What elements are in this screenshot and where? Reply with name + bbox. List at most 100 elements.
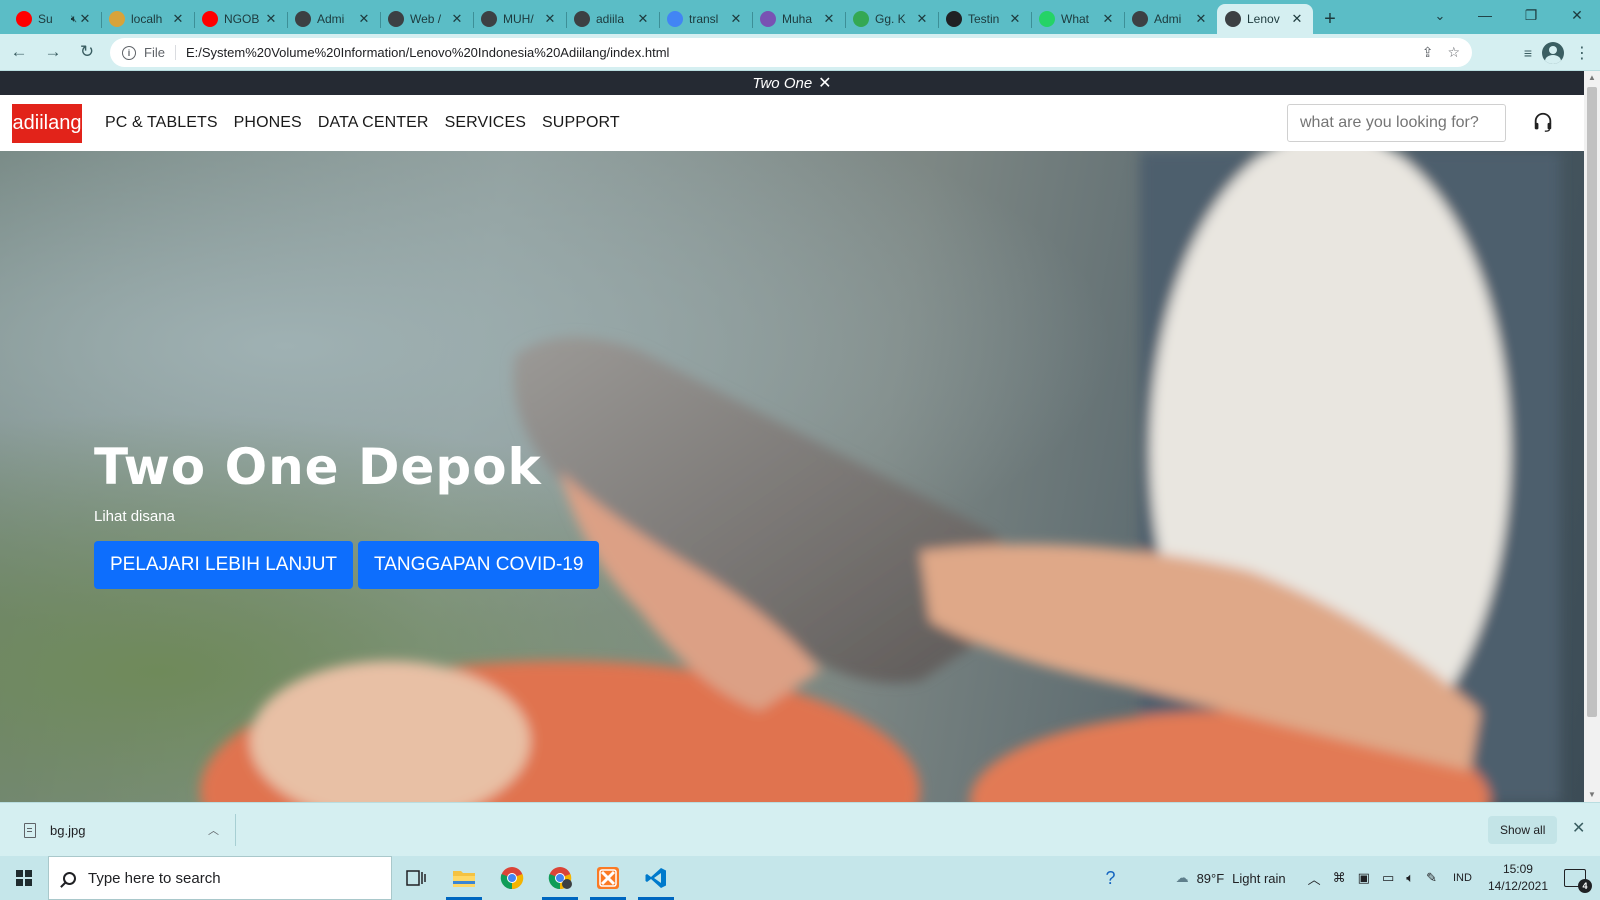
notification-icon[interactable]: 4 — [1564, 869, 1592, 893]
language-indicator[interactable]: IND — [1453, 872, 1472, 884]
new-tab-button[interactable]: + — [1313, 4, 1347, 34]
clock[interactable]: 15:09 14/12/2021 — [1488, 861, 1548, 895]
menu-kebab-icon[interactable]: ⋮ — [1574, 43, 1590, 63]
windows-start-button[interactable] — [0, 856, 48, 900]
xampp-icon[interactable] — [584, 856, 632, 900]
browser-tab[interactable]: Testin ✕ — [938, 4, 1031, 34]
browser-tab[interactable]: Admi ✕ — [1124, 4, 1217, 34]
page-scrollbar[interactable]: ▲ ▼ — [1584, 71, 1600, 802]
download-shelf: bg.jpg ︿ Show all ✕ — [0, 802, 1600, 856]
learn-more-button[interactable]: PELAJARI LEBIH LANJUT — [94, 541, 354, 589]
profile-avatar[interactable] — [1542, 41, 1564, 64]
menu-item-support[interactable]: SUPPORT — [542, 114, 620, 132]
close-shelf-icon[interactable]: ✕ — [1572, 818, 1585, 838]
hero-buttons: PELAJARI LEBIH LANJUT TANGGAPAN COVID-19 — [94, 541, 600, 589]
system-tray: ? ☁ 89°F Light rain ︿ ⌘ ▣ ▭ 🔈︎ ✎ IND 15:… — [1100, 856, 1600, 900]
network-icon[interactable]: ▭ — [1382, 870, 1394, 886]
globe-icon — [574, 11, 590, 27]
chevron-up-tray-icon[interactable]: ︿ — [1308, 869, 1321, 888]
scrollbar-thumb[interactable] — [1587, 87, 1597, 717]
address-bar[interactable]: i File E:/System%20Volume%20Information/… — [110, 38, 1472, 67]
browser-tab[interactable]: Su 🔇︎ ✕ — [8, 4, 101, 34]
close-tab-icon[interactable]: ✕ — [1007, 11, 1023, 27]
site-logo[interactable]: adiilang — [12, 103, 82, 143]
share-icon[interactable]: ⇪ — [1422, 44, 1434, 61]
clock-date: 14/12/2021 — [1487, 879, 1548, 893]
forward-arrow-icon[interactable]: → — [38, 37, 68, 67]
close-tab-icon[interactable]: ✕ — [821, 11, 837, 27]
windows-taskbar: Type here to search ? ☁ 89°F Light rain … — [0, 856, 1600, 900]
site-info-icon[interactable]: i — [122, 45, 136, 60]
close-tab-icon[interactable]: ✕ — [1289, 11, 1305, 27]
tab-title: transl — [689, 12, 719, 26]
show-all-downloads-button[interactable]: Show all — [1488, 816, 1558, 844]
menu-item-data-center[interactable]: DATA CENTER — [318, 114, 429, 132]
pen-icon[interactable]: ✎ — [1426, 870, 1437, 886]
support-headset-icon[interactable] — [1532, 111, 1554, 133]
chrome-profile-icon[interactable] — [536, 856, 584, 900]
browser-tab[interactable]: transl ✕ — [659, 4, 752, 34]
tab-title: Web / — [410, 12, 442, 26]
device-icon[interactable]: ⌘ — [1333, 870, 1346, 886]
browser-tab[interactable]: Web / ✕ — [380, 4, 473, 34]
close-tab-icon[interactable]: ✕ — [356, 11, 372, 27]
tab-title: Admi — [1154, 12, 1182, 26]
browser-tab[interactable]: Muha ✕ — [752, 4, 845, 34]
browser-tab[interactable]: adiila ✕ — [566, 4, 659, 34]
browser-tab[interactable]: Lenov ✕ — [1217, 4, 1313, 34]
browser-tab[interactable]: localh ✕ — [101, 4, 194, 34]
tab-search-icon[interactable]: ⌄ — [1426, 4, 1454, 28]
browser-tab[interactable]: What ✕ — [1031, 4, 1124, 34]
chevron-up-icon[interactable]: ︿ — [208, 822, 219, 838]
close-tab-icon[interactable]: ✕ — [728, 11, 744, 27]
display-icon[interactable]: ▣ — [1358, 870, 1370, 886]
taskbar-search-box[interactable]: Type here to search — [48, 856, 392, 900]
close-tab-icon[interactable]: ✕ — [635, 11, 651, 27]
close-tab-icon[interactable]: ✕ — [1100, 11, 1116, 27]
weather-widget[interactable]: ☁ 89°F Light rain — [1176, 870, 1286, 886]
close-tab-icon[interactable]: ✕ — [170, 11, 186, 27]
browser-tab[interactable]: NGOB ✕ — [194, 4, 287, 34]
browser-tab[interactable]: MUH/ ✕ — [473, 4, 566, 34]
chrome-icon[interactable] — [488, 856, 536, 900]
close-window-icon[interactable]: ✕ — [1554, 0, 1600, 30]
menu-item-services[interactable]: SERVICES — [445, 114, 526, 132]
task-view-icon[interactable] — [392, 856, 440, 900]
tab-title: What — [1061, 12, 1090, 26]
close-tab-icon[interactable]: ✕ — [914, 11, 930, 27]
close-tab-icon[interactable]: ✕ — [263, 11, 279, 27]
browser-tab[interactable]: Gg. K ✕ — [845, 4, 938, 34]
whatsapp-icon — [1039, 11, 1055, 27]
bootstrap-icon — [760, 11, 776, 27]
help-icon[interactable]: ? — [1106, 868, 1116, 889]
globe-icon — [295, 11, 311, 27]
promo-close-icon[interactable]: ✕ — [818, 73, 831, 93]
menu-item-pc-tablets[interactable]: PC & TABLETS — [105, 114, 218, 132]
bookmark-star-icon[interactable]: ☆ — [1447, 44, 1460, 61]
address-url[interactable]: E:/System%20Volume%20Information/Lenovo%… — [186, 45, 669, 60]
scroll-up-icon[interactable]: ▲ — [1584, 71, 1600, 85]
restore-icon[interactable]: ❐ — [1508, 0, 1554, 30]
tab-title: Testin — [968, 12, 1000, 26]
close-tab-icon[interactable]: ✕ — [449, 11, 465, 27]
browser-tab[interactable]: Admi ✕ — [287, 4, 380, 34]
close-tab-icon[interactable]: ✕ — [542, 11, 558, 27]
tab-title: Admi — [317, 12, 345, 26]
menu-item-phones[interactable]: PHONES — [234, 114, 302, 132]
minimize-icon[interactable]: — — [1462, 0, 1508, 30]
page-viewport: Two One ✕ adiilang PC & TABLETS PHONES DAT… — [0, 71, 1584, 802]
media-control-icon[interactable]: ≡ — [1524, 45, 1532, 61]
back-arrow-icon[interactable]: ← — [4, 37, 34, 67]
download-item[interactable]: bg.jpg ︿ — [18, 814, 236, 846]
scroll-down-icon[interactable]: ▼ — [1584, 788, 1600, 802]
covid-response-button[interactable]: TANGGAPAN COVID-19 — [358, 541, 600, 589]
close-tab-icon[interactable]: ✕ — [1193, 11, 1209, 27]
tab-title: Gg. K — [875, 12, 906, 26]
file-explorer-icon[interactable] — [440, 856, 488, 900]
site-search-input[interactable] — [1287, 104, 1506, 142]
volume-icon[interactable]: 🔈︎ — [1406, 870, 1414, 886]
vscode-icon[interactable] — [632, 856, 680, 900]
close-tab-icon[interactable]: ✕ — [77, 11, 93, 27]
hero-copy: Two One Depok Lihat disana PELAJARI LEBI… — [94, 438, 600, 589]
reload-icon[interactable]: ↻ — [72, 37, 102, 67]
